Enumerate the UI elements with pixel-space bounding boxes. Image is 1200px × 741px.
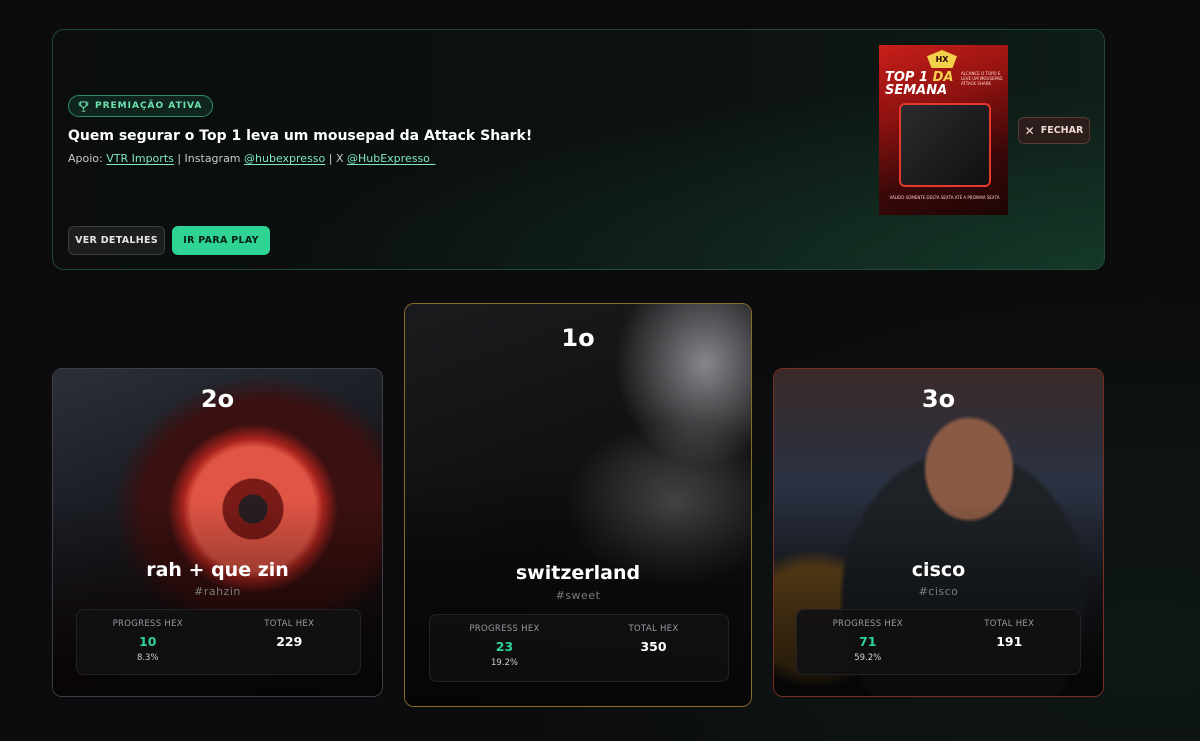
progress-hex-stat: PROGRESS HEX 10 8.3%: [77, 610, 219, 663]
podium-card-third[interactable]: 3o cisco #cisco PROGRESS HEX 71 59.2% TO…: [773, 368, 1104, 697]
close-button[interactable]: ✕ FECHAR: [1018, 117, 1090, 144]
stats-panel: PROGRESS HEX 10 8.3% TOTAL HEX 229: [76, 609, 361, 675]
stats-panel: PROGRESS HEX 23 19.2% TOTAL HEX 350: [429, 614, 729, 682]
total-hex-value: 350: [640, 639, 667, 654]
player-name: rah + que zin: [146, 559, 289, 581]
close-label: FECHAR: [1040, 125, 1084, 136]
support-line: Apoio: VTR Imports | Instagram @hubexpre…: [68, 152, 435, 165]
progress-hex-value: 71: [859, 634, 877, 649]
trophy-icon: [78, 100, 89, 112]
progress-hex-label: PROGRESS HEX: [469, 624, 540, 634]
progress-hex-value: 23: [495, 639, 514, 654]
poster-side-text: ALCANCE O TOPO E LEVE UM MOUSEPAD ATTACK…: [961, 71, 1003, 86]
close-icon: ✕: [1024, 123, 1035, 138]
progress-hex-percent: 8.3%: [136, 653, 159, 663]
total-hex-value: 229: [276, 634, 303, 649]
poster-logo: HX: [927, 50, 957, 68]
support-prefix: Apoio:: [68, 152, 107, 165]
stats-panel: PROGRESS HEX 71 59.2% TOTAL HEX 191: [796, 609, 1081, 675]
player-tag: #cisco: [918, 585, 959, 598]
banner-headline: Quem segurar o Top 1 leva um mousepad da…: [68, 128, 533, 144]
player-tag: #sweet: [555, 589, 601, 602]
podium-card-first[interactable]: 1o switzerland #sweet PROGRESS HEX 23 19…: [404, 303, 752, 707]
player-name: switzerland: [515, 562, 641, 584]
mousepad-image: [899, 103, 991, 187]
total-hex-value: 191: [996, 634, 1023, 649]
rank-label: 2o: [200, 385, 235, 413]
podium-card-second[interactable]: 2o rah + que zin #rahzin PROGRESS HEX 10…: [52, 368, 383, 697]
instagram-link[interactable]: @hubexpresso: [244, 152, 325, 165]
total-hex-stat: TOTAL HEX 350: [579, 615, 728, 654]
support-sep-x: | X: [325, 152, 347, 165]
promo-poster[interactable]: HX TOP 1 DA SEMANA ALCANCE O TOPO E LEVE…: [879, 45, 1008, 215]
rank-label: 3o: [921, 385, 956, 413]
badge-label: PREMIAÇÃO ATIVA: [95, 101, 203, 111]
progress-hex-stat: PROGRESS HEX 71 59.2%: [797, 610, 939, 663]
support-sep-instagram: | Instagram: [173, 152, 245, 165]
prize-active-badge: PREMIAÇÃO ATIVA: [68, 95, 214, 117]
total-hex-label: TOTAL HEX: [264, 619, 315, 629]
poster-title-line2: SEMANA: [885, 83, 948, 98]
poster-footer: VÁLIDO SOMENTE DESTA SEXTA ATÉ A PRÓXIMA…: [889, 195, 1000, 200]
progress-hex-value: 10: [139, 634, 157, 649]
rank-label: 1o: [561, 324, 595, 352]
total-hex-stat: TOTAL HEX 229: [219, 610, 361, 649]
total-hex-label: TOTAL HEX: [628, 624, 679, 634]
go-to-play-button[interactable]: IR PARA PLAY: [172, 226, 270, 255]
x-link[interactable]: @HubExpresso_: [347, 152, 435, 165]
player-name: cisco: [911, 559, 966, 581]
progress-hex-label: PROGRESS HEX: [112, 619, 183, 629]
total-hex-label: TOTAL HEX: [984, 619, 1035, 629]
details-button[interactable]: VER DETALHES: [68, 226, 165, 255]
progress-hex-label: PROGRESS HEX: [832, 619, 903, 629]
total-hex-stat: TOTAL HEX 191: [939, 610, 1081, 649]
player-tag: #rahzin: [194, 585, 241, 598]
sponsor-link[interactable]: VTR Imports: [106, 152, 174, 165]
progress-hex-percent: 19.2%: [490, 658, 518, 668]
poster-title: TOP 1 DA SEMANA: [885, 71, 955, 97]
progress-hex-stat: PROGRESS HEX 23 19.2%: [430, 615, 579, 668]
promo-banner: PREMIAÇÃO ATIVA Quem segurar o Top 1 lev…: [52, 29, 1105, 270]
progress-hex-percent: 59.2%: [854, 653, 882, 663]
